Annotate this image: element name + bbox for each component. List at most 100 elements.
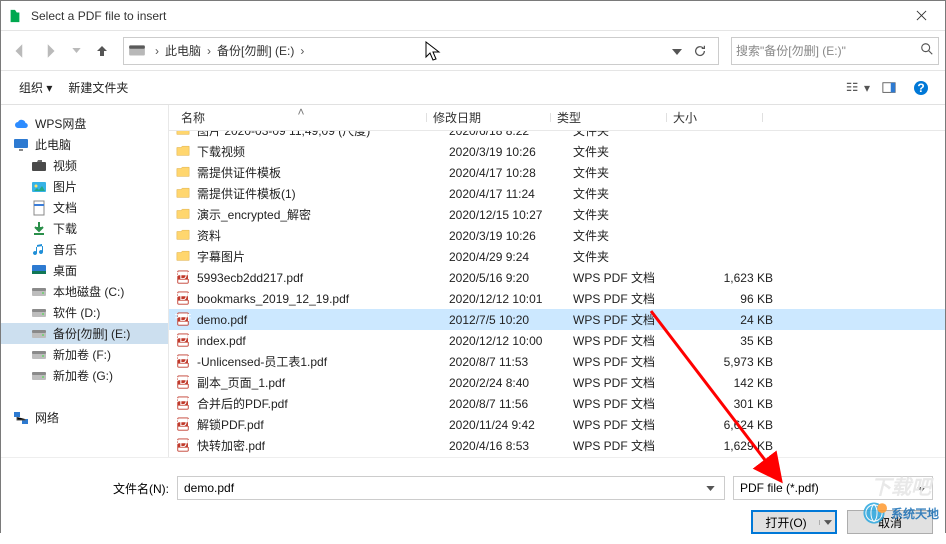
- file-size: 142 KB: [683, 376, 779, 390]
- file-row[interactable]: PDF合并后的PDF.pdf2020/8/7 11:56WPS PDF 文档30…: [169, 393, 945, 414]
- file-row[interactable]: 字幕图片2020/4/29 9:24文件夹: [169, 246, 945, 267]
- filename-input[interactable]: demo.pdf: [177, 476, 725, 500]
- forward-button[interactable]: [37, 38, 63, 64]
- tree-item-music[interactable]: 音乐: [1, 239, 168, 260]
- file-row[interactable]: 需提供证件模板(1)2020/4/17 11:24文件夹: [169, 183, 945, 204]
- file-date: 2020/12/12 10:00: [443, 334, 567, 348]
- file-size: 1,623 KB: [683, 271, 779, 285]
- filename-dropdown[interactable]: [702, 486, 718, 491]
- refresh-button[interactable]: [686, 39, 714, 63]
- tree-item-label: 此电脑: [35, 136, 71, 153]
- tree-item-downloads[interactable]: 下载: [1, 218, 168, 239]
- pdf-icon: PDF: [175, 291, 193, 307]
- cloud-icon: [13, 116, 29, 132]
- file-row[interactable]: 资料2020/3/19 10:26文件夹: [169, 225, 945, 246]
- filetype-value: PDF file (*.pdf): [740, 481, 917, 495]
- view-options-button[interactable]: ▾: [843, 77, 871, 99]
- column-type[interactable]: 类型: [551, 109, 667, 126]
- navigation-tree[interactable]: WPS网盘此电脑视频图片文档下载音乐桌面本地磁盘 (C:) 软件 (D:) 备份[勿…: [1, 105, 169, 457]
- tree-item-wps[interactable]: WPS网盘: [1, 113, 168, 134]
- search-input[interactable]: 搜索"备份[勿删] (E:)": [731, 37, 939, 65]
- tree-item-pictures[interactable]: 图片: [1, 176, 168, 197]
- file-date: 2020/4/17 10:28: [443, 166, 567, 180]
- file-date: 2020/4/29 9:24: [443, 250, 567, 264]
- column-name[interactable]: ˄ 名称: [175, 109, 427, 126]
- recent-dropdown[interactable]: [67, 40, 85, 62]
- folder-icon: [175, 186, 193, 202]
- tree-item-driveg[interactable]: 新加卷 (G:): [1, 365, 168, 386]
- organize-button[interactable]: 组织 ▾: [11, 75, 60, 100]
- chevron-right-icon: ›: [295, 44, 309, 58]
- file-size: 1,629 KB: [683, 439, 779, 453]
- file-row[interactable]: PDFbookmarks_2019_12_19.pdf2020/12/12 10…: [169, 288, 945, 309]
- help-button[interactable]: ?: [907, 77, 935, 99]
- new-folder-button[interactable]: 新建文件夹: [60, 75, 136, 100]
- file-row[interactable]: PDF副本_页面_1.pdf2020/2/24 8:40WPS PDF 文档14…: [169, 372, 945, 393]
- up-button[interactable]: [89, 38, 115, 64]
- file-type: WPS PDF 文档: [567, 437, 683, 454]
- folder-icon: [175, 144, 193, 160]
- tree-item-label: 新加卷 (F:): [53, 346, 111, 363]
- drive-icon: [31, 347, 47, 363]
- tree-item-drivee[interactable]: 备份[勿删] (E:): [1, 323, 168, 344]
- navigation-bar: › 此电脑 › 备份[勿删] (E:) › 搜索"备份[勿删] (E:)": [1, 31, 945, 71]
- file-type: WPS PDF 文档: [567, 332, 683, 349]
- file-row[interactable]: 图片 2020-03-09 11,49,09 (尺度)2020/6/18 8:2…: [169, 131, 945, 141]
- tree-item-label: 图片: [53, 178, 77, 195]
- filetype-select[interactable]: PDF file (*.pdf): [733, 476, 933, 500]
- address-bar[interactable]: › 此电脑 › 备份[勿删] (E:) ›: [123, 37, 719, 65]
- tree-item-spacer[interactable]: [1, 386, 168, 407]
- pdf-icon: PDF: [175, 270, 193, 286]
- tree-item-drivec[interactable]: 本地磁盘 (C:): [1, 281, 168, 302]
- tree-item-label: 软件 (D:): [53, 304, 100, 321]
- file-row[interactable]: 需提供证件模板2020/4/17 10:28文件夹: [169, 162, 945, 183]
- address-dropdown[interactable]: [668, 44, 686, 58]
- filename-value: demo.pdf: [184, 481, 702, 495]
- tree-item-thispc[interactable]: 此电脑: [1, 134, 168, 155]
- file-date: 2012/7/5 10:20: [443, 313, 567, 327]
- file-row[interactable]: 演示_encrypted_解密2020/12/15 10:27文件夹: [169, 204, 945, 225]
- file-row[interactable]: PDF 快转加密.pdf2020/4/16 8:53WPS PDF 文档1,629…: [169, 435, 945, 456]
- tree-item-label: 新加卷 (G:): [53, 367, 113, 384]
- tree-item-desktop[interactable]: 桌面: [1, 260, 168, 281]
- breadcrumb-root[interactable]: 此电脑: [164, 42, 202, 59]
- tree-item-label: 视频: [53, 157, 77, 174]
- file-date: 2020/4/17 11:24: [443, 187, 567, 201]
- file-date: 2020/6/18 8:22: [443, 131, 567, 138]
- file-row[interactable]: PDFindex.pdf2020/12/12 10:00WPS PDF 文档35…: [169, 330, 945, 351]
- drive-icon: [128, 42, 146, 60]
- tree-item-network[interactable]: 网络: [1, 407, 168, 428]
- breadcrumb-folder[interactable]: 备份[勿删] (E:): [216, 42, 295, 59]
- monitor-icon: [13, 137, 29, 153]
- network-icon: [13, 410, 29, 426]
- tree-item-label: WPS网盘: [35, 115, 86, 132]
- svg-text:PDF: PDF: [175, 438, 191, 450]
- file-name: bookmarks_2019_12_19.pdf: [197, 292, 443, 306]
- column-date[interactable]: 修改日期: [427, 109, 551, 126]
- file-row[interactable]: PDF5993ecb2dd217.pdf2020/5/16 9:20WPS PD…: [169, 267, 945, 288]
- file-date: 2020/8/7 11:56: [443, 397, 567, 411]
- file-row[interactable]: 下载视频2020/3/19 10:26文件夹: [169, 141, 945, 162]
- desktop-icon: [31, 263, 47, 279]
- file-name: 需提供证件模板(1): [197, 185, 443, 202]
- file-name: 快转加密.pdf: [197, 437, 443, 454]
- sort-indicator-icon: ˄: [297, 105, 304, 119]
- tree-item-documents[interactable]: 文档: [1, 197, 168, 218]
- tree-item-drivef[interactable]: 新加卷 (F:): [1, 344, 168, 365]
- file-row[interactable]: PDF解锁PDF.pdf2020/11/24 9:42WPS PDF 文档6,6…: [169, 414, 945, 435]
- tree-item-videos[interactable]: 视频: [1, 155, 168, 176]
- open-button[interactable]: 打开(O): [751, 510, 837, 534]
- chevron-down-icon: ▾: [46, 81, 52, 95]
- tree-item-drived[interactable]: 软件 (D:): [1, 302, 168, 323]
- preview-pane-button[interactable]: [875, 77, 903, 99]
- file-date: 2020/4/16 8:53: [443, 439, 567, 453]
- music-icon: [31, 242, 47, 258]
- file-row[interactable]: PDFdemo.pdf2012/7/5 10:20WPS PDF 文档24 KB: [169, 309, 945, 330]
- back-button[interactable]: [7, 38, 33, 64]
- file-row[interactable]: PDF-Unlicensed-员工表1.pdf2020/8/7 11:53WPS…: [169, 351, 945, 372]
- folder-icon: [175, 165, 193, 181]
- close-button[interactable]: [901, 2, 941, 30]
- file-date: 2020/3/19 10:26: [443, 145, 567, 159]
- column-size[interactable]: 大小: [667, 109, 763, 126]
- open-dropdown[interactable]: [819, 520, 835, 525]
